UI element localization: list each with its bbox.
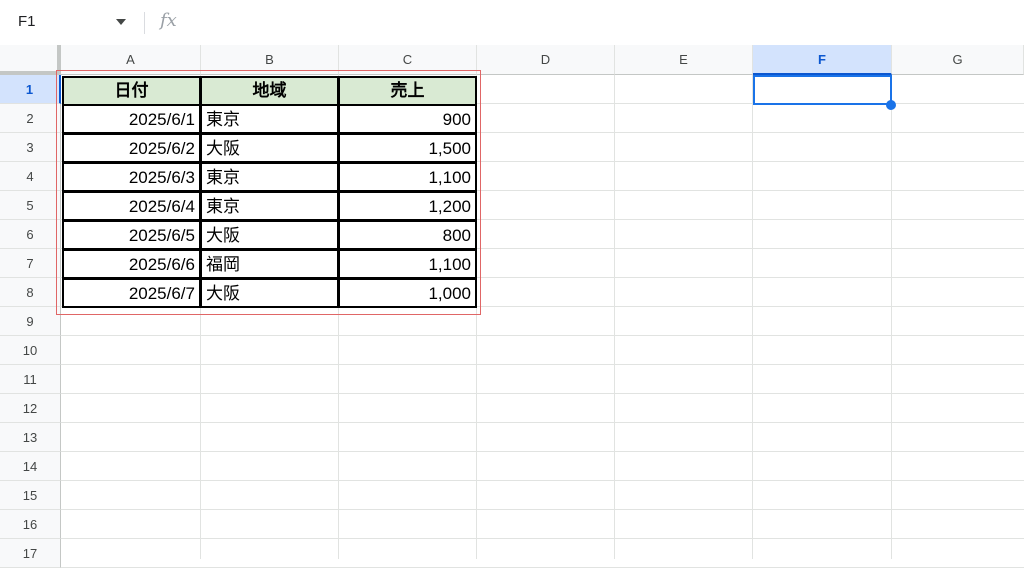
table-cell[interactable]: 福岡 [200,249,339,279]
table-cell[interactable]: 1,500 [338,133,477,163]
row-header-6[interactable]: 6 [0,220,61,249]
row-header-16[interactable]: 16 [0,510,61,539]
grid-column-line [614,75,615,559]
row-header-9[interactable]: 9 [0,307,61,336]
row-header-14[interactable]: 14 [0,452,61,481]
row-header-4[interactable]: 4 [0,162,61,191]
table-cell[interactable]: 1,200 [338,191,477,221]
table-cell[interactable]: 大阪 [200,278,339,308]
fx-icon: fx [160,10,177,31]
table-cell[interactable]: 東京 [200,104,339,134]
grid-row-line [61,393,1024,394]
table-cell[interactable]: 900 [338,104,477,134]
table-cell[interactable]: 800 [338,220,477,250]
row-header-13[interactable]: 13 [0,423,61,452]
row-header-8[interactable]: 8 [0,278,61,307]
table-header-cell[interactable]: 日付 [62,76,201,106]
row-header-1[interactable]: 1 [0,75,61,104]
grid-row-line [61,364,1024,365]
column-header-b[interactable]: B [201,45,339,75]
grid-row-line [61,422,1024,423]
column-header-f[interactable]: F [753,45,892,75]
grid-row-line [61,335,1024,336]
table-cell[interactable]: 2025/6/6 [62,249,201,279]
column-header-a[interactable]: A [61,45,201,75]
row-header-17[interactable]: 17 [0,539,61,568]
table-header-cell[interactable]: 売上 [338,76,477,106]
table-cell[interactable]: 2025/6/2 [62,133,201,163]
row-header-7[interactable]: 7 [0,249,61,278]
grid-column-line [752,75,753,559]
grid-row-line [61,538,1024,539]
select-all-corner[interactable] [0,45,61,75]
selected-cell-f1[interactable] [753,75,892,105]
column-header-c[interactable]: C [339,45,477,75]
table-cell[interactable]: 2025/6/5 [62,220,201,250]
table-header-cell[interactable]: 地域 [200,76,339,106]
grid-column-line [891,75,892,559]
grid-row-line [61,509,1024,510]
grid-row-line [61,480,1024,481]
column-header-d[interactable]: D [477,45,615,75]
column-header-e[interactable]: E [615,45,753,75]
table-cell[interactable]: 東京 [200,191,339,221]
row-header-5[interactable]: 5 [0,191,61,220]
table-cell[interactable]: 2025/6/7 [62,278,201,308]
table-cell[interactable]: 東京 [200,162,339,192]
row-header-3[interactable]: 3 [0,133,61,162]
table-cell[interactable]: 大阪 [200,133,339,163]
row-header-15[interactable]: 15 [0,481,61,510]
grid-row-line [61,451,1024,452]
spreadsheet-grid: A B C D E F G 1 2 3 4 5 6 7 8 9 10 11 12 13 14 15 16 17 日付 地域 売上 20… [0,45,1024,568]
row-header-2[interactable]: 2 [0,104,61,133]
fill-handle[interactable] [886,100,896,110]
formula-bar: F1 fx [0,0,1024,46]
name-box[interactable]: F1 [18,13,36,30]
table-cell[interactable]: 1,100 [338,249,477,279]
column-header-g[interactable]: G [892,45,1024,75]
table-cell[interactable]: 2025/6/3 [62,162,201,192]
row-header-11[interactable]: 11 [0,365,61,394]
table-cell[interactable]: 1,000 [338,278,477,308]
row-header-10[interactable]: 10 [0,336,61,365]
table-cell[interactable]: 1,100 [338,162,477,192]
row-header-12[interactable]: 12 [0,394,61,423]
name-box-dropdown-icon[interactable] [116,19,126,25]
formula-bar-separator [144,12,145,34]
table-cell[interactable]: 2025/6/4 [62,191,201,221]
table-cell[interactable]: 大阪 [200,220,339,250]
table-cell[interactable]: 2025/6/1 [62,104,201,134]
